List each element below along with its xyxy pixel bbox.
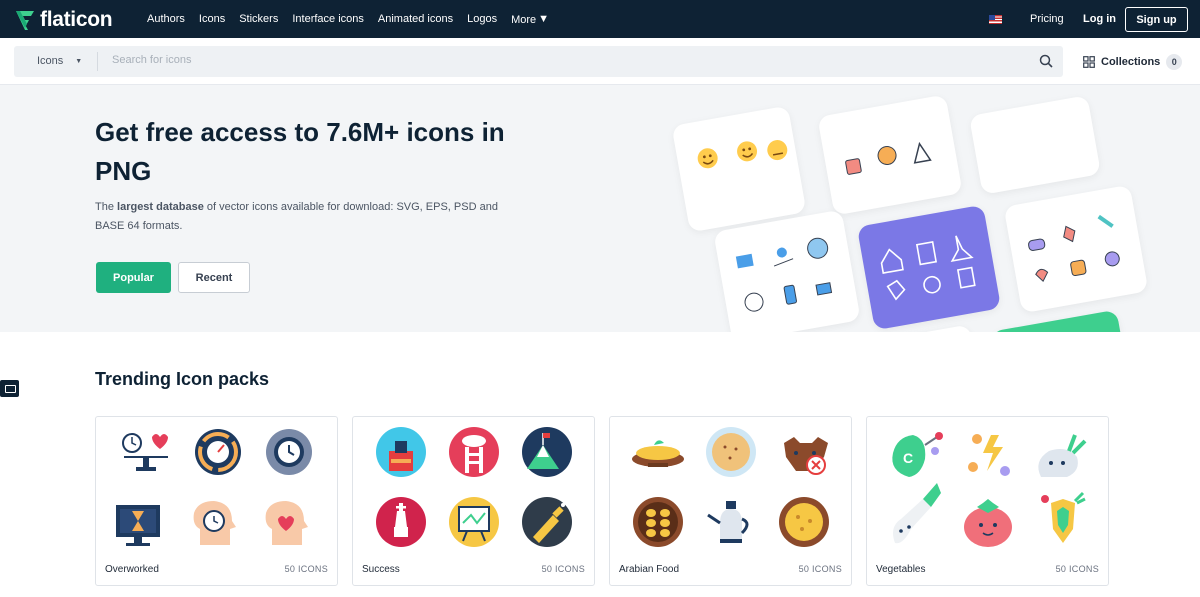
chevron-down-icon: ▼ xyxy=(538,12,550,25)
leek-icon xyxy=(893,483,941,544)
signup-button[interactable]: Sign up xyxy=(1125,7,1188,32)
pack-count: 50 ICONS xyxy=(284,564,328,574)
strategy-board-icon xyxy=(449,497,499,547)
login-link[interactable]: Log in xyxy=(1083,13,1116,25)
collections-count-badge: 0 xyxy=(1166,54,1183,70)
emoji-icons xyxy=(697,140,788,169)
us-flag-icon[interactable] xyxy=(989,15,1002,24)
shield-vitamin-icon xyxy=(1041,491,1086,543)
delivery-icons xyxy=(735,237,833,312)
green-icon-tile xyxy=(990,309,1134,332)
purple-icon-tile xyxy=(856,204,1002,331)
emoji-tile xyxy=(671,105,807,233)
search-input[interactable] xyxy=(112,54,1012,66)
trending-title: Trending Icon packs xyxy=(95,369,270,389)
vitamin-c-icon: C xyxy=(892,432,943,477)
delivery-tile xyxy=(713,209,861,332)
cloud-icons xyxy=(841,324,985,332)
search-box: Icons ▼ xyxy=(14,46,1063,77)
nav-link-logos[interactable]: Logos xyxy=(467,13,497,25)
icon-pack-card-overworked[interactable]: Overworked 50 ICONS xyxy=(95,416,338,586)
computer-hourglass-icon xyxy=(116,505,160,546)
top-navbar: flaticon Authors Icons Stickers Interfac… xyxy=(0,0,1200,38)
pack-count: 50 ICONS xyxy=(798,564,842,574)
arabian-food-pack-icons xyxy=(632,427,829,547)
icon-pack-card-arabian-food[interactable]: Arabian Food 50 ICONS xyxy=(609,416,852,586)
icon-pack-card-success[interactable]: Success 50 ICONS xyxy=(352,416,595,586)
search-bar-section: Icons ▼ Collections 0 xyxy=(0,38,1200,85)
ladder-cloud-icon xyxy=(449,427,499,477)
search-type-select[interactable]: Icons ▼ xyxy=(37,55,82,67)
divider xyxy=(97,52,98,71)
misc-tile xyxy=(968,95,1102,195)
hero-desc-bold: largest database xyxy=(117,201,204,213)
dates-tray-icon xyxy=(633,497,683,547)
flaticon-logo-icon xyxy=(16,11,34,30)
hero-desc-start: The xyxy=(95,201,118,213)
soup-plate-icon xyxy=(779,497,829,547)
hero-icon-collage xyxy=(640,85,1200,332)
vegetables-pack-icons: C xyxy=(892,432,1087,547)
head-clock-icon xyxy=(193,501,236,545)
calendar-icons xyxy=(990,310,1133,332)
recent-button[interactable]: Recent xyxy=(178,262,250,293)
hero-title: Get free access to 7.6M+ icons in PNG xyxy=(95,117,505,186)
podium-icon xyxy=(376,427,426,477)
popular-button[interactable]: Popular xyxy=(96,262,171,293)
gauge-icon xyxy=(195,429,241,475)
icon-pack-card-vegetables[interactable]: C Vegetables 50 ICONS xyxy=(866,416,1109,586)
pack-name: Vegetables xyxy=(876,564,926,575)
chevron-down-icon: ▼ xyxy=(75,58,83,65)
radish-icon xyxy=(1038,434,1087,477)
logo[interactable]: flaticon xyxy=(14,8,113,32)
pack-name: Overworked xyxy=(105,564,159,575)
pack-count: 50 ICONS xyxy=(541,564,585,574)
svg-text:C: C xyxy=(903,450,913,466)
success-pack-icons xyxy=(376,427,572,547)
nav-link-animated-icons[interactable]: Animated icons xyxy=(378,13,453,25)
collections-label: Collections xyxy=(1101,56,1161,68)
search-type-label: Icons xyxy=(37,55,64,67)
gaming-tile xyxy=(1003,184,1149,314)
mountain-flag-icon xyxy=(522,427,572,477)
head-heart-icon xyxy=(265,501,308,545)
feedback-chat-icon[interactable] xyxy=(0,380,19,397)
nav-link-stickers[interactable]: Stickers xyxy=(239,13,278,25)
nav-link-interface-icons[interactable]: Interface icons xyxy=(292,13,364,25)
no-pork-icon xyxy=(784,437,828,475)
pack-count: 50 ICONS xyxy=(1055,564,1099,574)
travel-icons xyxy=(845,141,932,175)
rice-bowl-icon xyxy=(632,440,684,467)
molecule-lightning-icon xyxy=(968,434,1010,476)
pack-name: Arabian Food xyxy=(619,564,680,575)
tomato-icon xyxy=(964,499,1012,547)
purple-icons xyxy=(880,235,976,301)
pricing-link[interactable]: Pricing xyxy=(1030,13,1064,25)
collections-button[interactable]: Collections 0 xyxy=(1083,54,1183,70)
overworked-pack-icons xyxy=(116,429,312,546)
gear-clock-icon xyxy=(266,429,312,475)
search-icon[interactable] xyxy=(1039,54,1053,68)
nav-link-authors[interactable]: Authors xyxy=(147,13,185,25)
hero-banner: Get free access to 7.6M+ icons in PNG Th… xyxy=(0,85,1200,332)
scale-icon xyxy=(122,433,168,471)
grid-icon xyxy=(1083,56,1095,68)
nav-more-menu[interactable]: More ▼ xyxy=(511,13,549,26)
champagne-icon xyxy=(522,497,572,547)
pack-name: Success xyxy=(362,564,400,575)
cloud-tile xyxy=(841,324,985,332)
nav-link-more: More xyxy=(511,13,537,26)
travel-tile xyxy=(817,94,963,216)
teapot-icon xyxy=(707,501,749,543)
hero-description: The largest database of vector icons ava… xyxy=(95,198,505,236)
bread-plate-icon xyxy=(706,427,756,477)
nav-link-icons[interactable]: Icons xyxy=(199,13,225,25)
gaming-icons xyxy=(1028,214,1120,283)
chess-king-icon xyxy=(376,497,426,547)
logo-text: flaticon xyxy=(40,8,113,31)
